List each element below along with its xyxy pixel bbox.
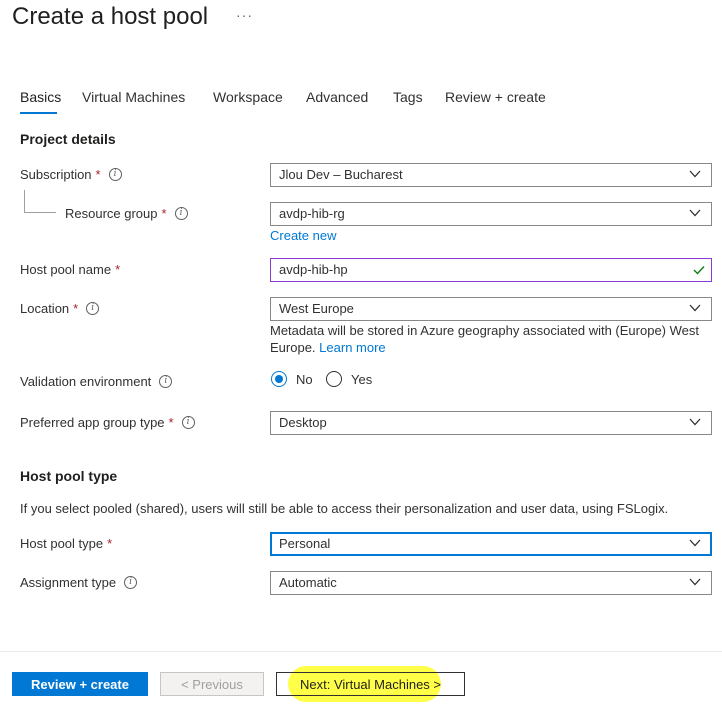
review-create-button[interactable]: Review + create <box>12 672 148 696</box>
host-pool-type-dropdown[interactable]: Personal <box>270 532 712 556</box>
chevron-down-icon <box>689 539 701 547</box>
tab-advanced[interactable]: Advanced <box>306 89 368 105</box>
tab-virtual-machines[interactable]: Virtual Machines <box>82 89 185 105</box>
host-pool-name-input[interactable]: avdp-hib-hp <box>270 258 712 282</box>
app-group-type-dropdown[interactable]: Desktop <box>270 411 712 435</box>
info-icon[interactable]: i <box>174 207 188 220</box>
footer-divider <box>0 651 722 652</box>
tab-tags[interactable]: Tags <box>393 89 423 105</box>
info-icon[interactable]: i <box>181 416 195 429</box>
subscription-label: Subscription * i <box>20 167 122 182</box>
tab-workspace[interactable]: Workspace <box>213 89 283 105</box>
subscription-dropdown[interactable]: Jlou Dev – Bucharest <box>270 163 712 187</box>
radio-selected-icon <box>271 371 287 387</box>
host-pool-type-label: Host pool type * <box>20 536 113 551</box>
checkmark-icon <box>693 266 705 275</box>
app-group-type-label: Preferred app group type * i <box>20 415 195 430</box>
host-pool-type-heading: Host pool type <box>20 468 118 484</box>
resource-group-label: Resource group * i <box>65 206 188 221</box>
required-marker: * <box>107 536 113 551</box>
chevron-down-icon <box>689 170 701 178</box>
assignment-type-dropdown[interactable]: Automatic <box>270 571 712 595</box>
info-icon[interactable]: i <box>159 375 173 388</box>
required-marker: * <box>115 262 121 277</box>
host-pool-type-description: If you select pooled (shared), users wil… <box>20 501 669 516</box>
radio-unselected-icon <box>326 371 342 387</box>
host-pool-name-label: Host pool name * <box>20 262 121 277</box>
page-title: Create a host pool <box>12 3 209 30</box>
learn-more-link[interactable]: Learn more <box>319 340 385 355</box>
more-options-icon[interactable]: ··· <box>236 7 253 23</box>
location-hint: Metadata will be stored in Azure geograp… <box>270 323 699 355</box>
active-tab-indicator <box>20 112 57 114</box>
info-icon[interactable]: i <box>124 576 138 589</box>
required-marker: * <box>161 206 167 221</box>
required-marker: * <box>73 301 79 316</box>
location-dropdown[interactable]: West Europe <box>270 297 712 321</box>
create-new-link[interactable]: Create new <box>270 228 336 243</box>
previous-button: < Previous <box>160 672 264 696</box>
required-marker: * <box>95 167 101 182</box>
chevron-down-icon <box>689 209 701 217</box>
resource-group-dropdown[interactable]: avdp-hib-rg <box>270 202 712 226</box>
validation-radio-yes[interactable]: Yes <box>326 371 372 387</box>
info-icon[interactable]: i <box>108 168 122 181</box>
chevron-down-icon <box>689 578 701 586</box>
tab-basics[interactable]: Basics <box>20 89 61 105</box>
location-label: Location * i <box>20 301 100 316</box>
chevron-down-icon <box>689 418 701 426</box>
tree-connector <box>24 212 56 213</box>
info-icon[interactable]: i <box>86 302 100 315</box>
chevron-down-icon <box>689 304 701 312</box>
next-virtual-machines-button[interactable]: Next: Virtual Machines > <box>276 672 465 696</box>
tree-connector <box>24 190 25 212</box>
validation-radio-no[interactable]: No <box>271 371 313 387</box>
tab-review-create[interactable]: Review + create <box>445 89 546 105</box>
project-details-heading: Project details <box>20 131 116 147</box>
assignment-type-label: Assignment type i <box>20 575 138 590</box>
validation-environment-label: Validation environment i <box>20 374 173 389</box>
required-marker: * <box>168 415 174 430</box>
